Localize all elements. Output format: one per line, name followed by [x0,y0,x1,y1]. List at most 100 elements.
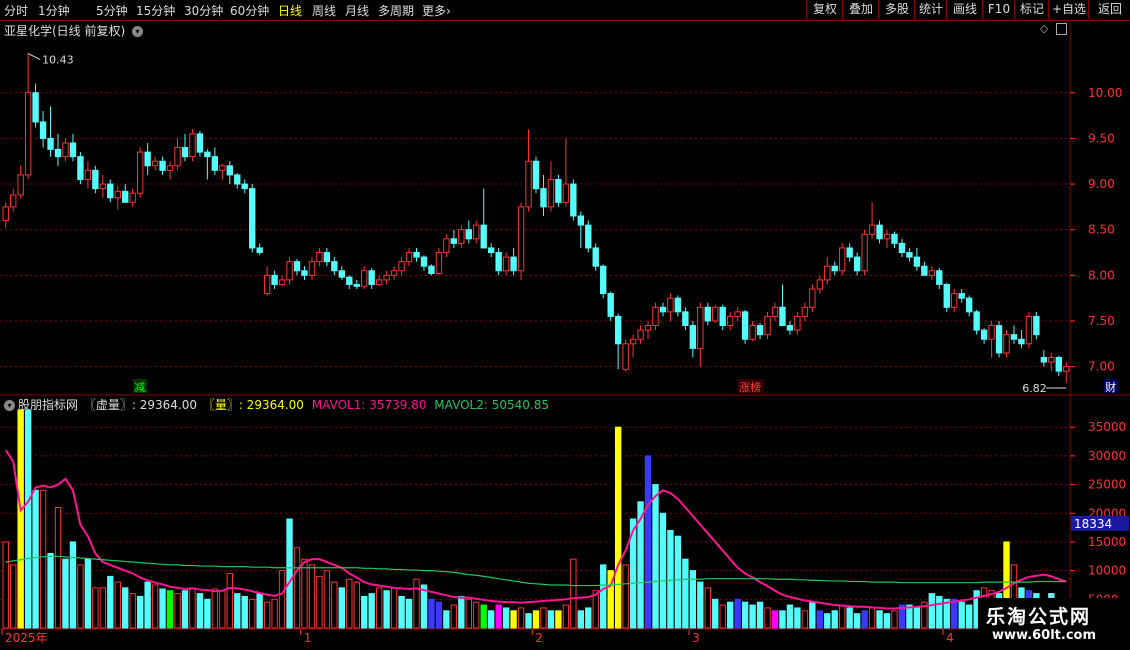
volume-bar [122,587,129,629]
liang-value: : 29364.00 [238,398,304,412]
volume-bar [450,604,458,629]
candle-body [540,188,547,208]
chevron-down-icon[interactable]: ▾ [132,26,144,37]
candle-body [62,142,69,158]
candle-body [644,325,652,331]
volume-bar [69,541,77,629]
volume-bar [398,595,405,629]
candle-body [196,133,204,153]
volume-bar [84,558,92,629]
candle-body [249,188,256,249]
draw-line-button[interactable]: 画线 [946,0,983,19]
diamond-icon[interactable]: ◇ [1040,22,1048,35]
volume-bar [555,610,562,629]
candle-body [1048,356,1055,363]
timeframe-weekly[interactable]: 周线 [312,2,336,19]
volume-bar [196,593,204,629]
date-tick-label: 2025年 [5,631,48,645]
candle-body [166,165,174,171]
candle-body [868,224,876,235]
timeframe-1min[interactable]: 1分钟 [38,2,70,19]
candle-body [420,256,428,267]
volume-bar [278,570,286,629]
candle-body [652,306,659,327]
volume-bar [189,587,196,629]
volume-tick-label: 20000 [1088,506,1126,520]
multi-stock-button[interactable]: 多股 [878,0,915,19]
kline-chart[interactable]: 7.007.508.008.509.009.5010.00 5000100001… [0,0,1130,650]
mavol2-label: MAVOL2: 50540.85 [434,398,549,412]
volume-bar [629,518,637,629]
candle-body [316,252,323,263]
overlay-button[interactable]: 叠加 [842,0,879,19]
timeframe-more[interactable]: 更多› [422,2,451,19]
candle-body [338,270,346,278]
crosshair-value-label: 18334 [1074,517,1112,531]
volume-bar [331,581,338,629]
candle-body [786,325,794,331]
timeframe-30min[interactable]: 30分钟 [184,2,223,19]
xuliang-label: 〖虚量〗 [83,398,132,412]
volume-bar [779,610,786,629]
candle-body [824,265,831,281]
volume-tick-label: 30000 [1088,449,1126,463]
volume-bar [592,590,599,629]
add-watchlist-button[interactable]: +自选 [1048,0,1089,19]
candle-body [577,215,584,226]
timeframe-5min[interactable]: 5分钟 [96,2,128,19]
candle-body [144,151,151,167]
candle-body [308,261,316,276]
volume-bar [211,588,219,629]
candle-body [107,183,114,199]
price-tick-label: 8.50 [1088,223,1115,237]
candle-body [667,297,674,313]
candle-body [704,306,711,322]
timeframe-intraday[interactable]: 分时 [4,2,28,19]
candle-body [331,261,338,272]
candle-body [689,325,697,349]
volume-bar [921,601,928,629]
volume-bar [10,564,17,629]
candle-body [84,169,92,180]
candle-body [465,229,472,240]
mark-button[interactable]: 标记 [1014,0,1049,19]
volume-bar [390,587,398,629]
timeframe-60min[interactable]: 60分钟 [230,2,269,19]
volume-bar [600,564,607,629]
timeframe-daily[interactable]: 日线 [278,2,302,19]
volume-bar [346,578,353,629]
statistics-button[interactable]: 统计 [914,0,947,19]
candle-body [286,261,293,281]
volume-bar [174,593,181,629]
volume-bar [219,590,226,629]
volume-bar [861,610,868,629]
volume-bar [562,604,570,629]
timeframe-monthly[interactable]: 月线 [345,2,369,19]
volume-bar [413,578,420,629]
timeframe-15min[interactable]: 15分钟 [136,2,175,19]
panel-toggle-icon[interactable] [1056,23,1067,35]
volume-bar [316,575,323,629]
candle-body [47,137,54,150]
date-tick-label: 2 [535,631,543,645]
candle-body [151,160,159,167]
indicator-name: 股朋指标网 [18,398,79,412]
candle-body [122,190,129,203]
volume-tick-label: 10000 [1088,564,1126,578]
volume-bar [293,547,301,629]
volume-bar [99,587,107,629]
f10-button[interactable]: F10 [982,0,1015,19]
candle-body [726,315,734,327]
candle-body [921,265,928,276]
volume-bar [263,601,271,629]
restore-rights-button[interactable]: 复权 [806,0,843,19]
volume-bar [241,595,248,629]
candle-body [861,233,868,272]
volume-bar [129,593,136,629]
timeframe-multi[interactable]: 多周期 [378,2,414,19]
candle-body [771,306,779,317]
volume-bar [906,604,913,629]
chevron-down-icon[interactable]: ▾ [4,400,15,411]
volume-bar [114,581,121,629]
back-button[interactable]: 返回 [1088,0,1130,19]
